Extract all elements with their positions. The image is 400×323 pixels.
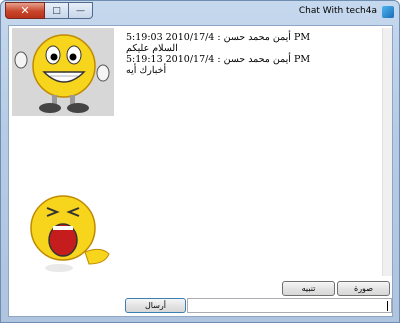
client-area: 5:19:03 2010/17/4 : أيمن محمد حسن PM الس… bbox=[8, 25, 393, 317]
user-avatar bbox=[12, 28, 114, 116]
send-button[interactable]: أرسال bbox=[125, 298, 186, 313]
minimize-button[interactable]: — bbox=[69, 2, 93, 19]
chat-window: ✕ □ — Chat With tech4a 5:19:03 2010/17/4… bbox=[0, 0, 400, 323]
smiley-laughing-icon bbox=[30, 195, 110, 272]
contact-avatar bbox=[23, 184, 115, 274]
text-caret bbox=[387, 301, 388, 311]
app-icon bbox=[382, 6, 394, 18]
caption-buttons: ✕ □ — bbox=[5, 2, 93, 19]
close-button[interactable]: ✕ bbox=[5, 2, 45, 19]
maximize-button[interactable]: □ bbox=[45, 2, 69, 19]
message-text: السلام عليكم bbox=[126, 43, 178, 54]
message-header: 5:19:03 2010/17/4 : أيمن محمد حسن PM bbox=[126, 32, 311, 43]
nudge-button[interactable]: تنبيه bbox=[282, 281, 335, 296]
close-icon: ✕ bbox=[20, 4, 30, 17]
message-input[interactable] bbox=[187, 298, 392, 313]
chat-transcript[interactable]: 5:19:03 2010/17/4 : أيمن محمد حسن PM الس… bbox=[120, 28, 392, 276]
minimize-icon: — bbox=[76, 5, 85, 16]
title-bar[interactable]: ✕ □ — Chat With tech4a bbox=[1, 1, 399, 25]
message-text: أخبارك أيه bbox=[126, 65, 167, 76]
chat-scrollbar[interactable] bbox=[382, 28, 392, 276]
maximize-icon: □ bbox=[52, 5, 61, 16]
message-header: 5:19:13 2010/17/4 : أيمن محمد حسن PM bbox=[126, 54, 311, 65]
smiley-thumbs-up-icon bbox=[12, 28, 114, 116]
send-image-button[interactable]: صورة bbox=[337, 281, 390, 296]
window-title: Chat With tech4a bbox=[298, 6, 377, 16]
